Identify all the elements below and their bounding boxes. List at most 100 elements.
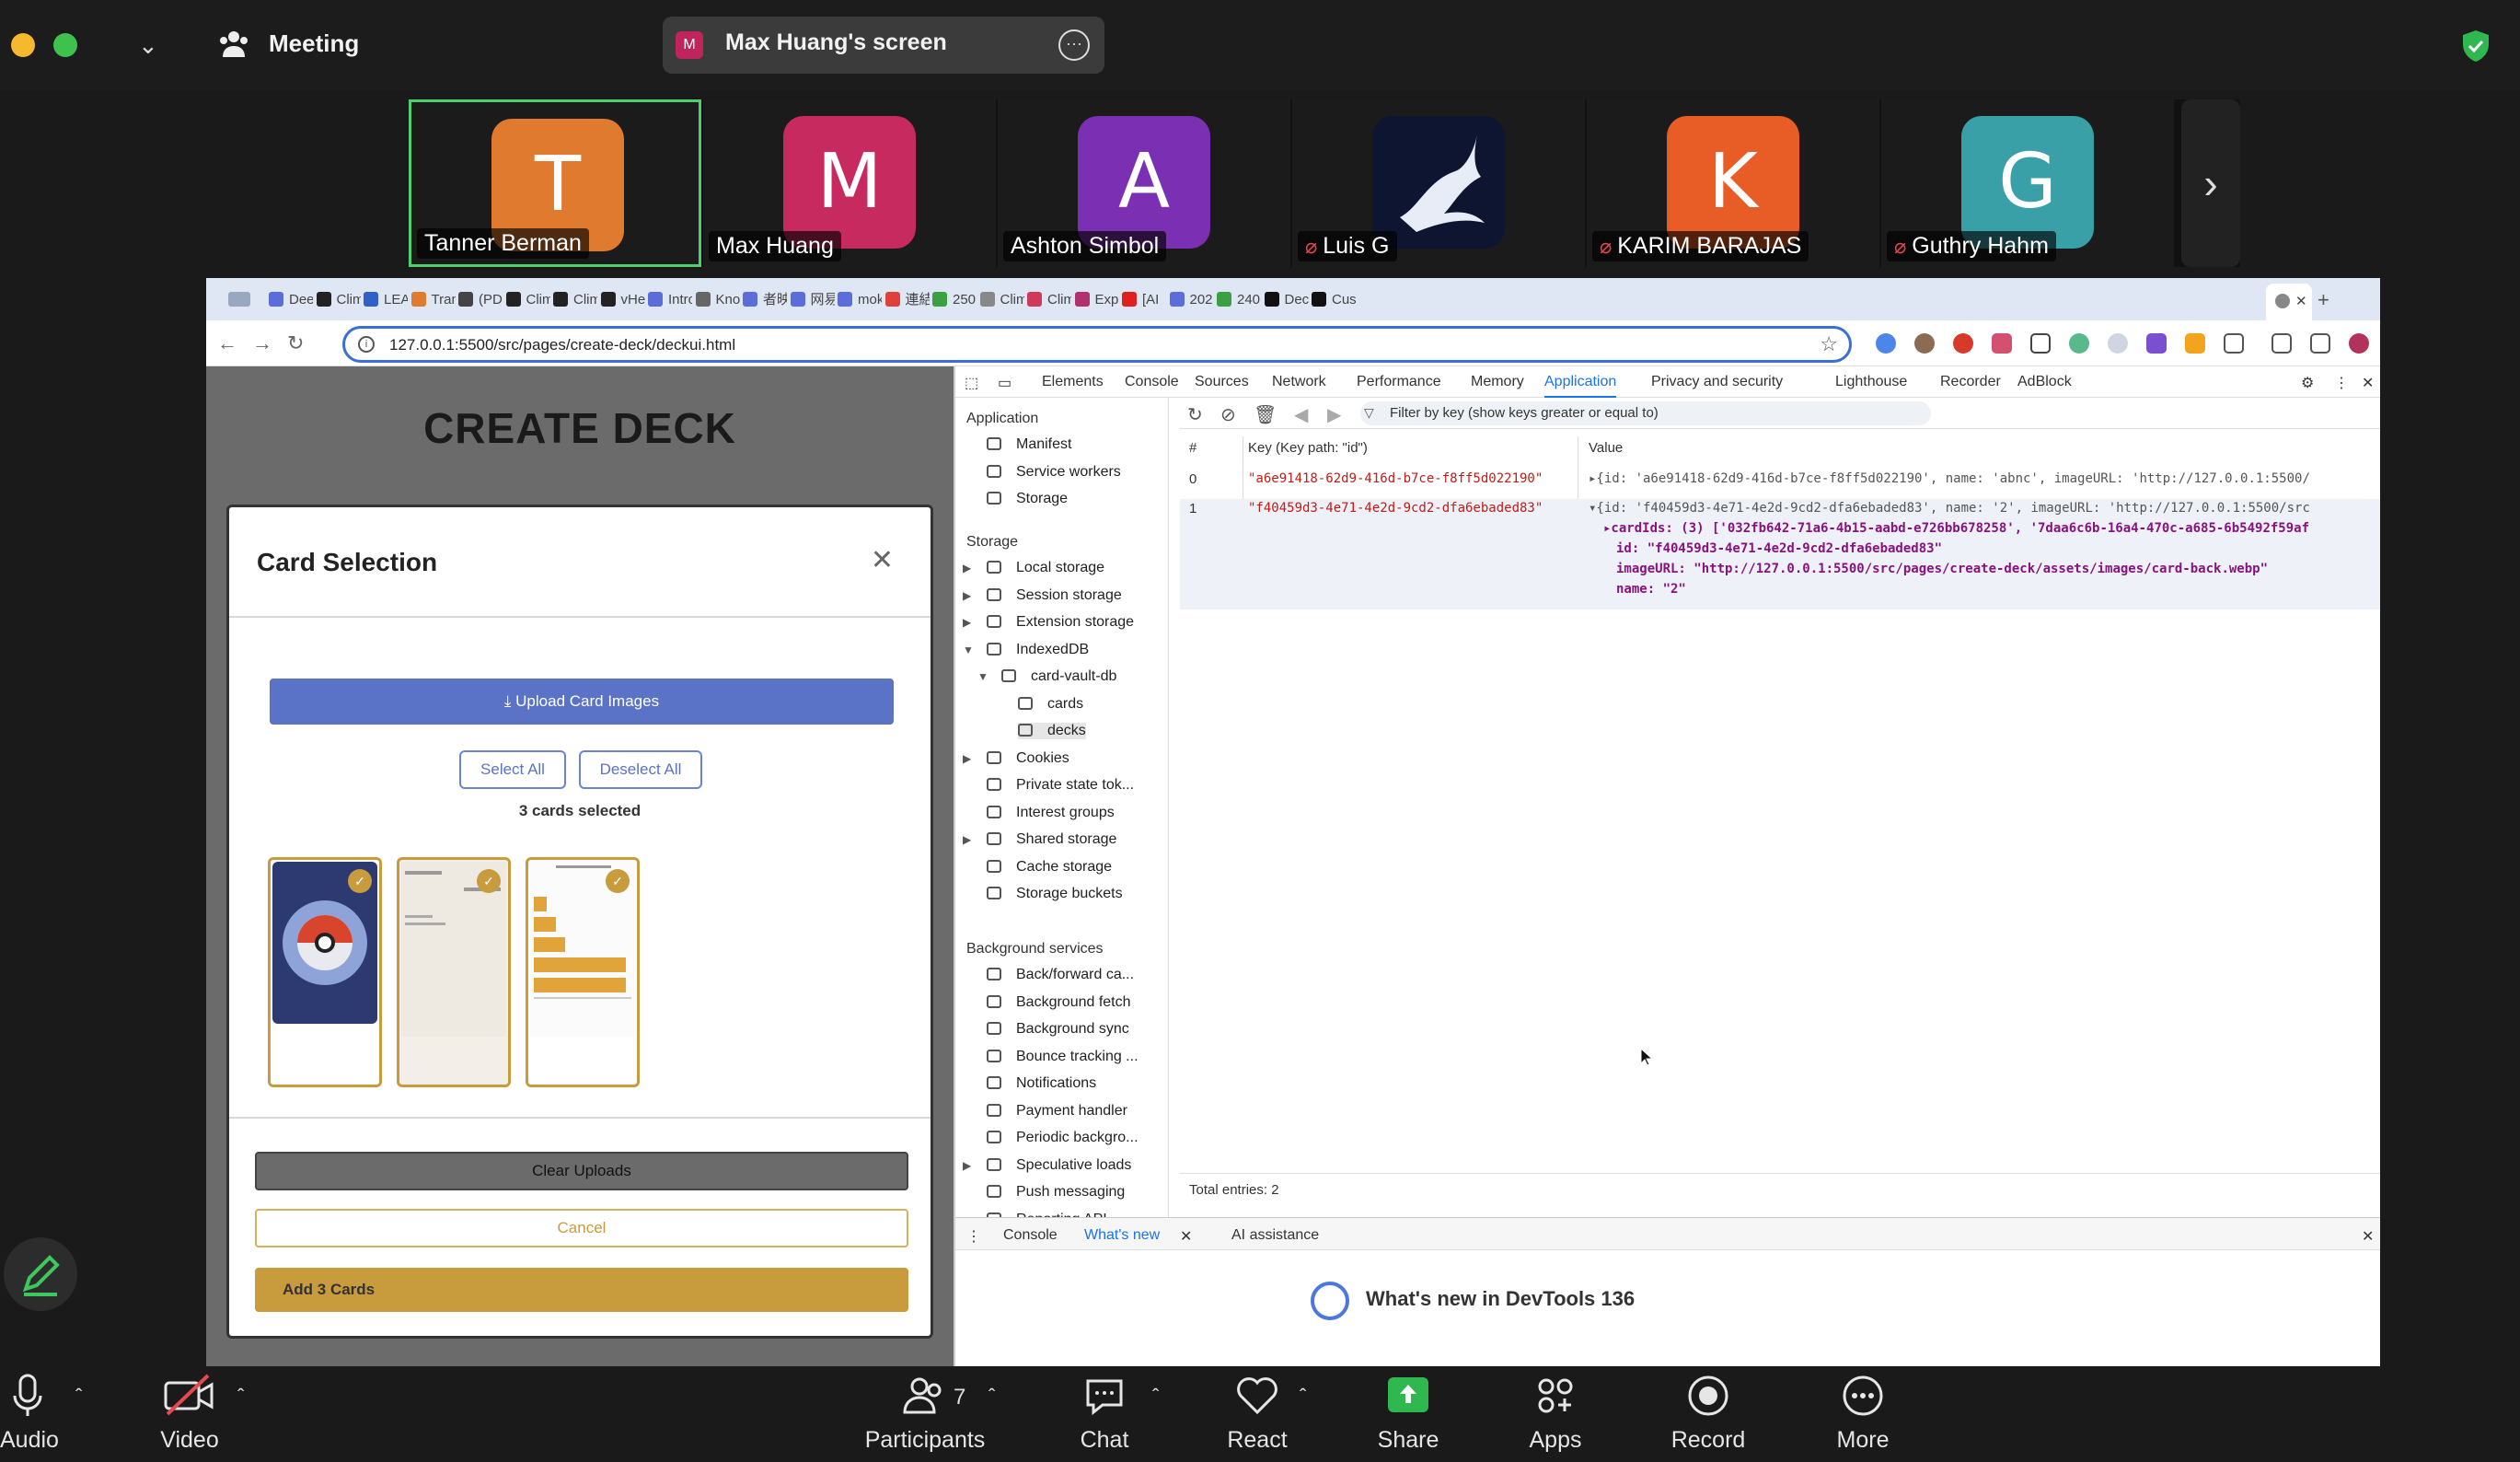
card-thumbnail[interactable]: ✓ [397,857,511,1087]
browser-tab[interactable]: 202 [1169,285,1214,315]
expand-arrow-icon[interactable]: ▶ [963,616,971,629]
chat-button[interactable]: Chat [1068,1372,1141,1454]
browser-tab[interactable]: 240 [1217,285,1261,315]
deselect-all-button[interactable]: Deselect All [579,750,702,789]
devtools-tab[interactable]: Performance [1357,374,1441,390]
reload-icon[interactable]: ↻ [287,331,304,355]
clear-icon[interactable]: ⊘ [1220,403,1236,426]
browser-tab[interactable]: 250 [932,285,977,315]
new-tab-button[interactable]: + [2318,285,2329,315]
row-value[interactable]: ▸{id: 'a6e91418-62d9-416d-b7ce-f8ff5d022… [1589,471,2310,486]
sidebar-item[interactable]: Cache storage [987,859,1112,876]
chevron-down-icon[interactable]: ⌄ [138,31,164,59]
drawer-tab-ai-assistance[interactable]: AI assistance [1231,1227,1319,1244]
inspect-icon[interactable]: ⬚ [965,374,978,392]
sidebar-item[interactable]: Bounce tracking ... [987,1049,1139,1065]
participant-tile[interactable]: M Max Huang [703,99,996,267]
chat-options-caret-icon[interactable]: ˆ [1152,1385,1159,1409]
sidebar-item[interactable]: decks [1018,723,1086,739]
meeting-label[interactable]: Meeting [269,29,359,58]
back-icon[interactable]: ← [217,331,237,355]
upload-card-images-button[interactable]: ⤓ Upload Card Images [270,679,894,725]
video-button[interactable]: Video [153,1372,226,1454]
sidebar-item[interactable]: Periodic backgro... [987,1130,1139,1146]
expand-arrow-icon[interactable]: ▶ [963,833,971,846]
reading-list-icon[interactable] [2271,333,2292,354]
devtools-tab[interactable]: Console [1125,374,1179,390]
sidebar-item[interactable]: Background fetch [987,994,1131,1011]
add-cards-button[interactable]: Add 3 Cards [255,1268,908,1312]
screen-share-options-icon[interactable]: ··· [1058,29,1090,61]
extension-icon[interactable] [1914,333,1935,354]
profile-avatar[interactable] [2349,333,2369,354]
select-all-button[interactable]: Select All [459,750,566,789]
audio-button[interactable]: Audio [0,1372,59,1454]
participant-tile[interactable]: ⌀ Luis G [1292,99,1585,267]
participants-options-caret-icon[interactable]: ˆ [988,1385,995,1409]
browser-tab[interactable]: LEA [364,285,408,315]
browser-tab[interactable]: Dec [1264,285,1309,315]
browser-tab[interactable]: Cus [1312,285,1356,315]
sidebar-item[interactable]: Storage [987,491,1068,507]
forward-icon[interactable]: → [252,331,272,355]
extension-icon[interactable] [1953,333,1973,354]
extension-icon[interactable] [2146,333,2167,354]
expand-arrow-icon[interactable]: ▼ [977,670,988,683]
expand-arrow-icon[interactable]: ▶ [963,562,971,574]
participants-button[interactable]: Participants [856,1372,994,1454]
browser-tab[interactable]: [AI [1122,285,1166,315]
sidebar-item[interactable]: Background sync [987,1021,1129,1038]
expand-arrow-icon[interactable]: ▼ [963,644,974,656]
participant-tile[interactable]: K ⌀ KARIM BARAJAS [1587,99,1879,267]
close-tab-icon[interactable]: ✕ [2295,294,2307,309]
sidebar-item[interactable]: Back/forward ca... [987,967,1134,983]
address-bar[interactable]: i 127.0.0.1:5500/src/pages/create-deck/d… [342,326,1852,363]
browser-tab[interactable]: Clim [316,285,361,315]
devtools-tab[interactable]: Privacy and security [1651,374,1783,390]
sidebar-item[interactable]: Private state tok... [987,777,1134,794]
sidebar-item[interactable]: ▶ Session storage [963,587,1122,604]
annotate-pen-button[interactable] [4,1237,77,1311]
strip-next-icon[interactable]: › [2181,99,2240,267]
minimize-window-button[interactable] [11,33,35,57]
record-button[interactable]: Record [1662,1372,1754,1454]
drawer-tab-whats-new[interactable]: What's new [1084,1227,1160,1244]
extension-icon[interactable] [2069,333,2089,354]
devtools-tab[interactable]: Elements [1042,374,1104,390]
browser-tab[interactable]: 者映 [743,285,787,315]
close-devtools-icon[interactable]: ✕ [2362,374,2374,392]
video-options-caret-icon[interactable]: ˆ [237,1385,244,1409]
browser-tab[interactable]: Clim [979,285,1024,315]
apps-button[interactable]: Apps [1519,1372,1592,1454]
card-thumbnail[interactable]: ✓ [268,857,382,1087]
side-panel-icon[interactable] [2310,333,2330,354]
delete-icon[interactable]: 🗑 [1254,403,1277,426]
sidebar-item[interactable]: Notifications [987,1075,1096,1092]
expand-arrow-icon[interactable]: ▶ [963,752,971,765]
participant-tile[interactable]: G ⌀ Guthry Hahm [1881,99,2174,267]
sidebar-item[interactable]: ▼ card-vault-db [977,668,1116,685]
extensions-puzzle-icon[interactable] [2224,333,2244,354]
browser-tab[interactable]: Clim [505,285,550,315]
extension-icon[interactable] [1876,333,1896,354]
next-page-icon[interactable]: ▶ [1327,403,1341,426]
browser-tab[interactable]: 連結 [884,285,930,315]
browser-tab[interactable]: Expl [1074,285,1119,315]
expand-arrow-icon[interactable]: ▶ [963,589,971,602]
close-icon[interactable]: ✕ [871,544,894,576]
close-drawer-icon[interactable]: ✕ [2362,1227,2374,1246]
sidebar-item[interactable]: ▶ Extension storage [963,614,1134,631]
security-shield-icon[interactable] [2457,28,2494,64]
device-toggle-icon[interactable]: ▭ [998,374,1011,392]
key-filter-input[interactable]: Filter by key (show keys greater or equa… [1360,401,1931,425]
browser-tab[interactable]: (PD [458,285,503,315]
fullscreen-window-button[interactable] [53,33,77,57]
bookmark-star-icon[interactable]: ☆ [1820,332,1838,356]
browser-tab[interactable]: Intro [648,285,692,315]
drawer-tab-close-icon[interactable]: ✕ [1180,1227,1192,1246]
sidebar-item[interactable]: Service workers [987,464,1121,481]
sidebar-item[interactable]: Interest groups [987,805,1115,821]
refresh-icon[interactable]: ↻ [1187,403,1203,426]
audio-options-caret-icon[interactable]: ˆ [75,1385,82,1409]
site-info-icon[interactable]: i [358,336,375,353]
